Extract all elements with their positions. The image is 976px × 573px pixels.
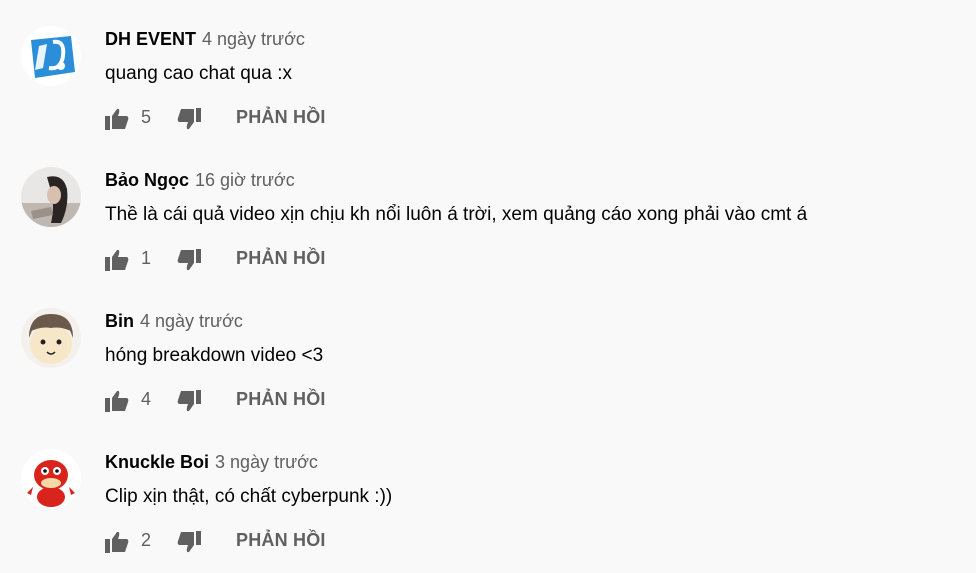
comment-text: Thề là cái quả video xịn chịu kh nổi luô… xyxy=(105,204,808,225)
comment-time[interactable]: 3 ngày trước xyxy=(215,452,318,472)
avatar[interactable] xyxy=(21,167,81,227)
author-name[interactable]: Bin xyxy=(105,311,134,331)
avatar[interactable] xyxy=(21,449,81,509)
reply-button[interactable]: PHẢN HỒI xyxy=(236,389,326,410)
like-count: 4 xyxy=(141,389,152,409)
like-count: 1 xyxy=(141,248,152,268)
comment-thread: Bin 4 ngày trước hóng breakdown video <3 … xyxy=(0,282,976,423)
comment-text: quang cao chat qua :x xyxy=(105,63,292,84)
comment-text: Clip xịn thật, có chất cyberpunk :)) xyxy=(105,486,393,507)
author-name[interactable]: DH EVENT xyxy=(105,29,196,49)
thumb-up-icon[interactable] xyxy=(105,249,129,271)
reply-button[interactable]: PHẢN HỒI xyxy=(236,107,326,128)
comment-text: hóng breakdown video <3 xyxy=(105,345,324,366)
comment-thread: DH EVENT 4 ngày trước quang cao chat qua … xyxy=(0,0,976,141)
thumb-down-icon[interactable] xyxy=(177,108,201,130)
thumb-up-icon[interactable] xyxy=(105,390,129,412)
reply-button[interactable]: PHẢN HỒI xyxy=(236,248,326,269)
comment-thread: Knuckle Boi 3 ngày trước Clip xịn thật, c… xyxy=(0,423,976,564)
thumb-down-icon[interactable] xyxy=(177,531,201,553)
author-name[interactable]: Knuckle Boi xyxy=(105,452,209,472)
comment-time[interactable]: 4 ngày trước xyxy=(202,29,305,49)
avatar[interactable] xyxy=(21,26,81,86)
comment-header: Knuckle Boi 3 ngày trước xyxy=(105,450,318,474)
comment-header: Bảo Ngọc 16 giờ trước xyxy=(105,168,295,192)
comment-time[interactable]: 4 ngày trước xyxy=(140,311,243,331)
thumb-down-icon[interactable] xyxy=(177,390,201,412)
like-count: 2 xyxy=(141,530,152,550)
avatar[interactable] xyxy=(21,308,81,368)
reply-button[interactable]: PHẢN HỒI xyxy=(236,530,326,551)
comment-thread: Bảo Ngọc 16 giờ trước Thề là cái quả vide… xyxy=(0,141,976,282)
like-count: 5 xyxy=(141,107,152,127)
thumb-down-icon[interactable] xyxy=(177,249,201,271)
comment-time[interactable]: 16 giờ trước xyxy=(195,170,295,190)
comment-header: Bin 4 ngày trước xyxy=(105,309,243,333)
author-name[interactable]: Bảo Ngọc xyxy=(105,170,189,190)
thumb-up-icon[interactable] xyxy=(105,108,129,130)
comment-header: DH EVENT 4 ngày trước xyxy=(105,27,305,51)
thumb-up-icon[interactable] xyxy=(105,531,129,553)
